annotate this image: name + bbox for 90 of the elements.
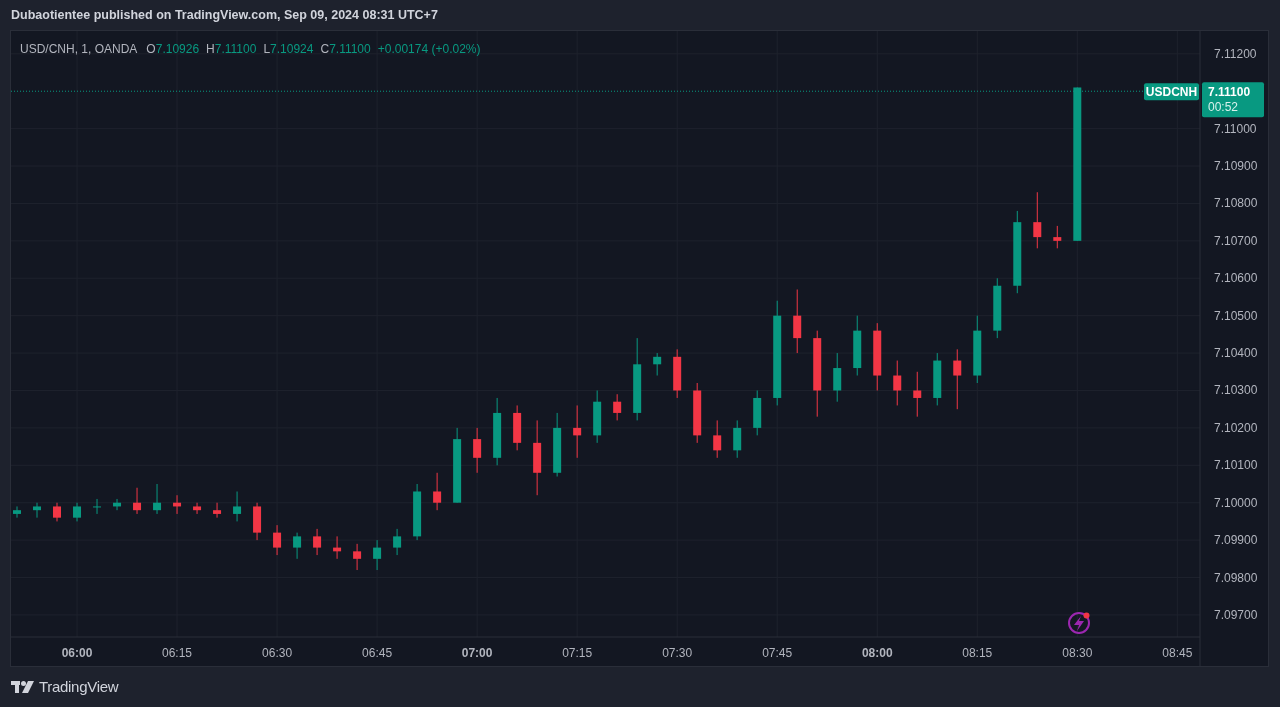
- price-axis-label: 7.10400: [1214, 346, 1258, 361]
- candlestick: [233, 491, 242, 522]
- price-axis-label: 7.10700: [1214, 233, 1258, 248]
- legend-value: 7.11100: [214, 41, 257, 58]
- legend-value: 7.10926: [155, 41, 200, 58]
- candlestick: [733, 419, 742, 459]
- candlestick: [713, 419, 722, 459]
- candlestick: [833, 352, 842, 403]
- candlestick: [673, 348, 682, 399]
- time-axis-label: 07:45: [762, 646, 793, 660]
- price-axis-label: 7.10900: [1214, 159, 1258, 174]
- price-axis-label: 7.09900: [1214, 533, 1258, 548]
- legend-label: H: [206, 41, 215, 58]
- candlestick: [993, 277, 1002, 339]
- candlestick: [553, 412, 562, 477]
- price-axis-label: 7.10800: [1214, 196, 1258, 211]
- time-axis-label: 06:45: [362, 646, 393, 660]
- legend-value: 7.10924: [270, 41, 314, 58]
- candlestick: [593, 390, 602, 444]
- lightning-icon[interactable]: [1068, 612, 1090, 634]
- candlestick: [513, 404, 522, 451]
- candlestick: [653, 352, 662, 376]
- legend-label: L: [263, 41, 271, 58]
- candlestick: [193, 502, 202, 515]
- candlestick: [973, 315, 982, 384]
- candlestick: [493, 397, 502, 466]
- candlestick: [133, 487, 142, 515]
- legend-value: 7.11100: [329, 41, 371, 58]
- time-axis-label: 08:45: [1162, 646, 1193, 660]
- last-price-tag: 7.11100 00:52: [1202, 82, 1264, 118]
- price-axis-label: 7.10500: [1214, 308, 1258, 323]
- time-axis-label: 06:00: [61, 646, 93, 660]
- candlestick: [1053, 225, 1062, 249]
- price-axis-label: 7.09700: [1214, 607, 1258, 622]
- candlestick: [173, 494, 182, 515]
- candlestick: [693, 382, 702, 444]
- candlestick: [573, 404, 582, 459]
- time-axis-label: 07:30: [662, 646, 693, 660]
- candlestick: [373, 539, 382, 571]
- time-axis-label: 06:15: [162, 646, 193, 660]
- candlestick: [793, 289, 802, 354]
- price-axis-label: 7.09800: [1214, 570, 1258, 585]
- candlestick: [393, 528, 402, 556]
- time-axis-label: 07:00: [461, 646, 493, 660]
- candlestick: [293, 532, 302, 560]
- time-axis-label: 08:00: [861, 646, 893, 660]
- candlestick: [873, 322, 882, 391]
- symbol-tag: USDCNH: [1144, 83, 1199, 101]
- candlestick: [113, 498, 122, 511]
- time-axis-label: 07:15: [562, 646, 593, 660]
- legend-label: C: [320, 41, 330, 58]
- logo-icon: [11, 681, 35, 693]
- price-axis-label: 7.10000: [1214, 495, 1258, 510]
- candlestick: [333, 535, 342, 560]
- candlestick: [953, 348, 962, 410]
- candlestick: [433, 472, 442, 511]
- price-change: +0.00174 (+0.02%): [377, 41, 481, 58]
- candlestick: [253, 502, 262, 541]
- candlestick: [33, 502, 41, 519]
- price-axis-label: 7.10300: [1214, 383, 1258, 398]
- candlestick: [613, 393, 622, 421]
- candlestick: [1033, 191, 1042, 249]
- candlestick: [853, 315, 862, 376]
- price-axis-label: 7.11000: [1214, 121, 1257, 136]
- candlestick: [213, 502, 222, 519]
- candlestick: [413, 483, 422, 541]
- legend-label: O: [146, 41, 156, 58]
- candlestick: [93, 498, 101, 515]
- candlestick: [73, 502, 81, 522]
- time-axis-label: 08:30: [1062, 646, 1093, 660]
- publish-info: Dubaotientee published on TradingView.com, Sep 09, 2024 08:31 UTC+7: [11, 6, 438, 24]
- candlestick: [933, 352, 942, 406]
- candlestick: [13, 505, 21, 519]
- candlestick: [893, 360, 902, 406]
- candlestick: [353, 543, 362, 571]
- candlestick: [913, 371, 922, 418]
- candlestick: [153, 483, 162, 515]
- candlestick: [313, 528, 322, 556]
- candlestick: [53, 502, 61, 522]
- price-axis-label: 7.10100: [1214, 458, 1258, 473]
- brand-name: TradingView: [39, 676, 119, 697]
- candlestick: [273, 524, 282, 556]
- price-axis-label: 7.11200: [1214, 46, 1257, 61]
- symbol-label: USD/CNH, 1, OANDA: [20, 41, 138, 58]
- price-axis-label: 7.10600: [1214, 271, 1258, 286]
- candlestick: [753, 390, 762, 436]
- time-axis-label: 06:30: [262, 646, 293, 660]
- price-axis-label: 7.10200: [1214, 420, 1258, 435]
- time-axis-label: 08:15: [962, 646, 993, 660]
- candlestick: [473, 427, 482, 474]
